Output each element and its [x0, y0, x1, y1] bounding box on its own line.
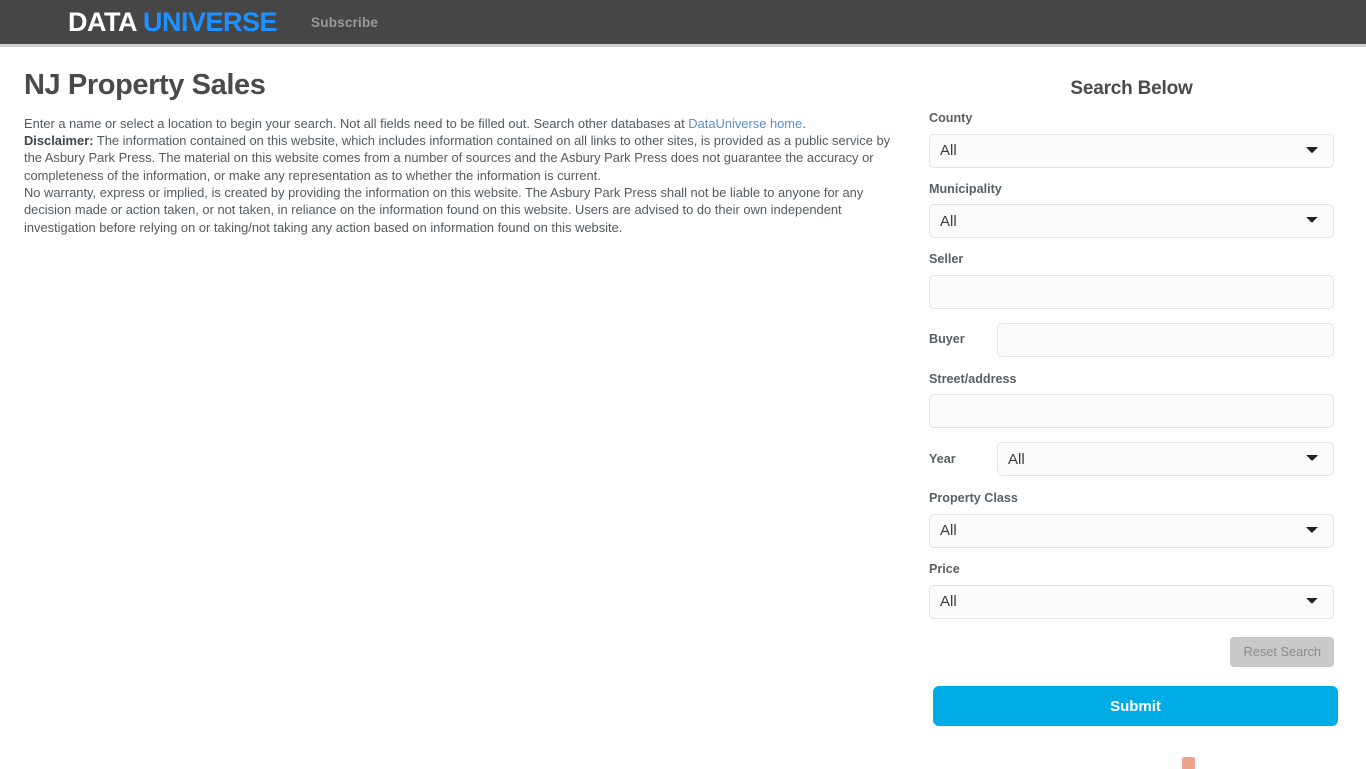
- field-price: Price All: [929, 563, 1334, 619]
- site-logo[interactable]: DATA UNIVERSE: [68, 6, 278, 37]
- year-label: Year: [929, 452, 956, 467]
- disclaimer-label: Disclaimer:: [24, 133, 94, 149]
- municipality-label: Municipality: [929, 181, 1002, 196]
- subscribe-link[interactable]: Subscribe: [311, 15, 378, 30]
- field-property-class: Property Class All: [929, 492, 1334, 548]
- municipality-select[interactable]: All: [929, 204, 1334, 239]
- datauniverse-home-link[interactable]: DataUniverse home: [688, 116, 802, 131]
- intro-link-suffix: .: [802, 115, 806, 131]
- county-select[interactable]: All: [929, 133, 1334, 168]
- seller-label: Seller: [929, 252, 964, 267]
- recaptcha-badge-fragment: [1182, 757, 1226, 769]
- logo-text-data: DATA: [68, 6, 136, 37]
- main-content-column: NJ Property Sales Enter a name or select…: [24, 69, 904, 236]
- buyer-input[interactable]: [997, 322, 1334, 357]
- disclaimer-body: The information contained on this websit…: [24, 133, 891, 183]
- field-county: County All: [929, 112, 1334, 168]
- field-year: Year All: [929, 442, 1334, 477]
- buyer-label: Buyer: [929, 332, 965, 347]
- top-navigation-bar: DATA UNIVERSE Subscribe: [0, 0, 1366, 47]
- property-class-label: Property Class: [929, 491, 1018, 506]
- intro-lead-text: Enter a name or select a location to beg…: [24, 115, 689, 131]
- street-address-label: Street/address: [929, 371, 1017, 386]
- recaptcha-mark-icon: [1182, 757, 1195, 769]
- field-street-address: Street/address: [929, 373, 1334, 429]
- year-select[interactable]: All: [997, 442, 1334, 477]
- price-label: Price: [929, 561, 960, 576]
- intro-paragraph: Enter a name or select a location to beg…: [24, 115, 904, 184]
- search-panel: Search Below County All Municipality All…: [929, 78, 1338, 727]
- submit-button[interactable]: Submit: [933, 686, 1338, 727]
- warranty-text: No warranty, express or implied, is crea…: [24, 185, 864, 235]
- field-buyer: Buyer: [929, 322, 1334, 357]
- property-class-select[interactable]: All: [929, 513, 1334, 548]
- search-panel-title: Search Below: [1070, 78, 1193, 99]
- reset-row: Reset Search: [929, 636, 1334, 668]
- warranty-paragraph: No warranty, express or implied, is crea…: [24, 184, 904, 236]
- price-select[interactable]: All: [929, 584, 1334, 619]
- page-title: NJ Property Sales: [24, 69, 266, 101]
- field-seller: Seller: [929, 253, 1334, 309]
- seller-input[interactable]: [929, 274, 1334, 309]
- reset-search-button[interactable]: Reset Search: [1230, 636, 1334, 668]
- street-address-input[interactable]: [929, 394, 1334, 429]
- field-municipality: Municipality All: [929, 181, 1334, 239]
- logo-text-universe: UNIVERSE: [143, 6, 278, 37]
- county-label: County: [929, 111, 973, 125]
